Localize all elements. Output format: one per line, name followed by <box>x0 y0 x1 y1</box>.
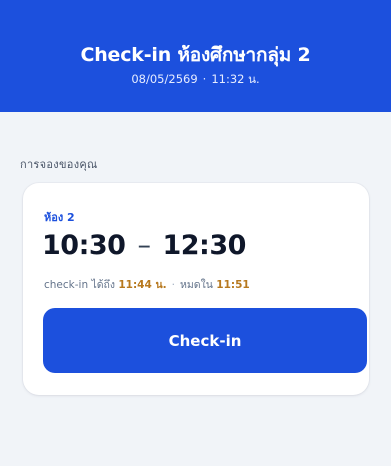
checkin-button[interactable]: Check-in <box>43 308 367 373</box>
header-date: 08/05/2569 <box>131 72 198 86</box>
checkin-until-time: 11:44 น. <box>118 279 167 291</box>
expire-label: หมดใน <box>179 279 213 291</box>
checkin-info: check-in ได้ถึง 11:44 น. · หมดใน 11:51 <box>44 276 250 293</box>
page-title: Check-in ห้องศึกษากลุ่ม 2 <box>80 44 311 66</box>
room-name: ห้อง 2 <box>44 211 75 224</box>
page-header: Check-in ห้องศึกษากลุ่ม 2 08/05/2569 · 11:… <box>0 0 391 112</box>
header-time: 11:32 น. <box>211 72 260 86</box>
expire-time: 11:51 <box>216 279 250 291</box>
meta-separator: · <box>171 279 175 291</box>
booking-end-time: 12:30 <box>162 230 246 261</box>
checkin-label: check-in ได้ถึง <box>44 279 116 291</box>
header-datetime: 08/05/2569 · 11:32 น. <box>0 71 391 89</box>
header-separator: · <box>202 72 207 86</box>
booking-start-time: 10:30 <box>42 230 126 261</box>
section-label-my-bookings: การจองของคุณ <box>20 158 98 171</box>
booking-time-range: 10:30–12:30 <box>42 230 246 261</box>
time-dash: – <box>137 230 151 261</box>
booking-card: ห้อง 2 10:30–12:30 check-in ได้ถึง 11:44… <box>23 183 369 395</box>
